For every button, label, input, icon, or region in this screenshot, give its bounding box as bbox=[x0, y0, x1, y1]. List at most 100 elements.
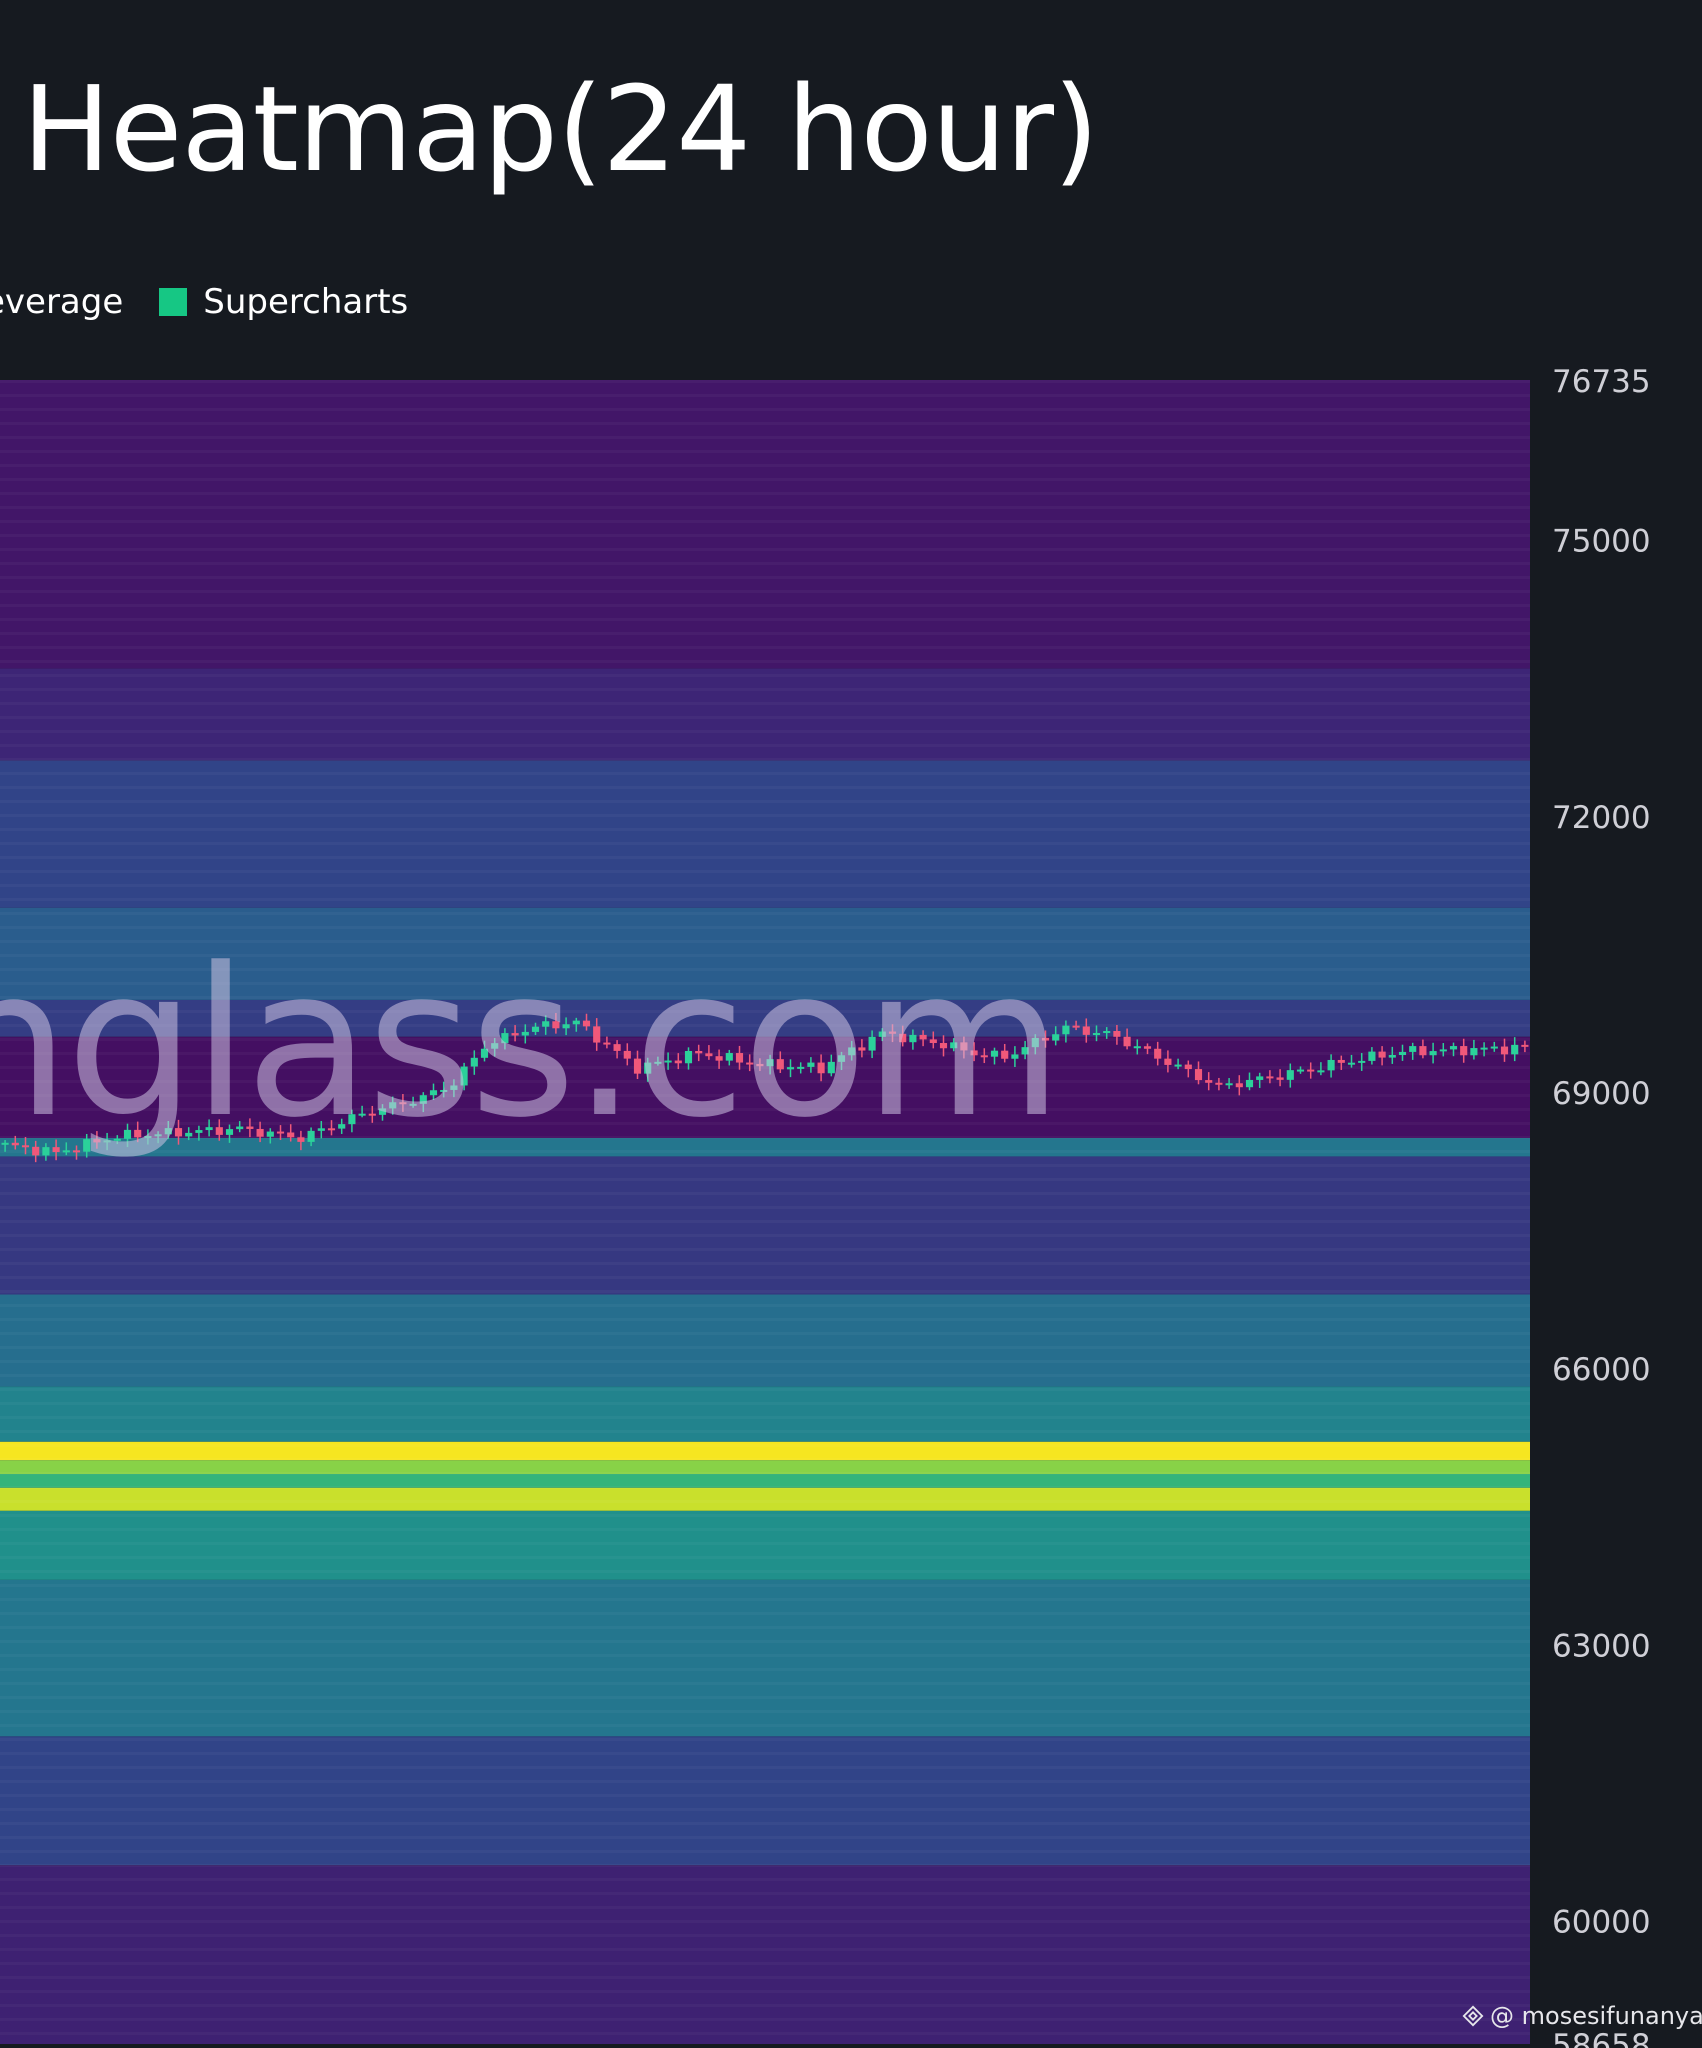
heatmap-row-line bbox=[0, 1542, 1530, 1545]
heatmap-row-line bbox=[0, 1234, 1530, 1237]
candle-body bbox=[1082, 1026, 1090, 1035]
y-tick-label: 63000 bbox=[1552, 1628, 1651, 1664]
candle-body bbox=[1500, 1046, 1509, 1055]
heatmap-row-line bbox=[0, 1318, 1530, 1321]
heatmap-row-line bbox=[0, 478, 1530, 481]
candle-body bbox=[1194, 1069, 1203, 1081]
heatmap-row-line bbox=[0, 604, 1530, 607]
heatmap-row-line bbox=[0, 1360, 1530, 1363]
heatmap-row-line bbox=[0, 1500, 1530, 1503]
heatmap-row-line bbox=[0, 1626, 1530, 1629]
heatmap-row-line bbox=[0, 1528, 1530, 1531]
candle-body bbox=[1358, 1060, 1366, 1063]
heatmap-row-line bbox=[0, 1766, 1530, 1769]
heatmap-row-line bbox=[0, 744, 1530, 747]
heatmap-row-line bbox=[0, 716, 1530, 719]
watermark: nglass.com bbox=[0, 925, 1063, 1163]
heatmap-band bbox=[0, 1460, 1530, 1475]
heatmap-row-line bbox=[0, 548, 1530, 551]
candle-body bbox=[1480, 1047, 1488, 1050]
heatmap-row-line bbox=[0, 520, 1530, 523]
heatmap-row-line bbox=[0, 702, 1530, 705]
heatmap-row-line bbox=[0, 1178, 1530, 1181]
candle-body bbox=[1307, 1069, 1315, 1072]
heatmap-row-line bbox=[0, 506, 1530, 509]
heatmap-row-line bbox=[0, 492, 1530, 495]
candle-body bbox=[1460, 1046, 1468, 1056]
heatmap-row-line bbox=[0, 1556, 1530, 1559]
heatmap-row-line bbox=[0, 1850, 1530, 1853]
heatmap-row-line bbox=[0, 2018, 1530, 2021]
candle-body bbox=[1296, 1069, 1305, 1072]
candle-body bbox=[1347, 1062, 1356, 1065]
heatmap-band bbox=[0, 1294, 1530, 1387]
heatmap-row-line bbox=[0, 1612, 1530, 1615]
heatmap-row-line bbox=[0, 828, 1530, 831]
binance-diamond-icon bbox=[1462, 2005, 1484, 2027]
heatmap-row-line bbox=[0, 814, 1530, 817]
heatmap-row-line bbox=[0, 380, 1530, 383]
candle-body bbox=[1388, 1055, 1396, 1058]
y-tick-label: 66000 bbox=[1552, 1352, 1651, 1388]
candle-body bbox=[1521, 1044, 1529, 1047]
heatmap-row-line bbox=[0, 1444, 1530, 1447]
candle-body bbox=[1113, 1031, 1121, 1037]
heatmap-row-line bbox=[0, 1948, 1530, 1951]
candle-body bbox=[1266, 1076, 1274, 1079]
y-tick-label: 69000 bbox=[1552, 1076, 1651, 1112]
candle-body bbox=[1337, 1059, 1345, 1063]
candle-body bbox=[1133, 1046, 1141, 1049]
heatmap-row-line bbox=[0, 1710, 1530, 1713]
heatmap-row-line bbox=[0, 1822, 1530, 1825]
heatmap-row-line bbox=[0, 1514, 1530, 1517]
candle-body bbox=[1419, 1046, 1427, 1056]
heatmap-row-line bbox=[0, 1304, 1530, 1307]
heatmap-row-line bbox=[0, 2032, 1530, 2035]
heatmap-row-line bbox=[0, 464, 1530, 467]
heatmap-band bbox=[0, 1487, 1530, 1511]
candle-body bbox=[1225, 1083, 1233, 1086]
candle-body bbox=[1398, 1051, 1407, 1056]
candle-body bbox=[1378, 1051, 1386, 1058]
heatmap-row-line bbox=[0, 1290, 1530, 1293]
heatmap-row-line bbox=[0, 912, 1530, 915]
heatmap-row-line bbox=[0, 856, 1530, 859]
heatmap-row-line bbox=[0, 408, 1530, 411]
credit: @ mosesifunanya bbox=[1462, 2002, 1702, 2030]
heatmap-row-line bbox=[0, 1458, 1530, 1461]
heatmap-row-line bbox=[0, 870, 1530, 873]
heatmap-row-line bbox=[0, 1682, 1530, 1685]
candle-body bbox=[1317, 1070, 1325, 1073]
heatmap-row-line bbox=[0, 1262, 1530, 1265]
heatmap-band bbox=[0, 1510, 1530, 1580]
heatmap-row-line bbox=[0, 1598, 1530, 1601]
candle-body bbox=[1184, 1064, 1192, 1070]
heatmap-row-line bbox=[0, 1864, 1530, 1867]
candle-body bbox=[1276, 1077, 1284, 1080]
candle-body bbox=[1123, 1036, 1131, 1047]
heatmap-row-line bbox=[0, 562, 1530, 565]
candle-body bbox=[1143, 1046, 1152, 1049]
y-tick-label: 72000 bbox=[1552, 800, 1651, 836]
heatmap-row-line bbox=[0, 1780, 1530, 1783]
candle-body bbox=[1235, 1083, 1243, 1088]
candle-body bbox=[1256, 1076, 1264, 1080]
heatmap-row-line bbox=[0, 1906, 1530, 1909]
candle-body bbox=[1368, 1051, 1376, 1061]
heatmap-row-line bbox=[0, 1430, 1530, 1433]
candle-body bbox=[1245, 1079, 1254, 1088]
heatmap-row-line bbox=[0, 1962, 1530, 1965]
heatmap-row-line bbox=[0, 394, 1530, 397]
heatmap-row-line bbox=[0, 1164, 1530, 1167]
heatmap-row-line bbox=[0, 1220, 1530, 1223]
heatmap-row-line bbox=[0, 1654, 1530, 1657]
candle-body bbox=[1215, 1082, 1223, 1085]
candle-body bbox=[1327, 1059, 1335, 1071]
candle-body bbox=[1439, 1049, 1447, 1052]
heatmap-row-line bbox=[0, 576, 1530, 579]
heatmap-band bbox=[0, 1156, 1530, 1295]
heatmap-row-line bbox=[0, 1472, 1530, 1475]
heatmap-row-line bbox=[0, 1794, 1530, 1797]
heatmap-row-line bbox=[0, 1206, 1530, 1209]
candle-body bbox=[1154, 1048, 1162, 1059]
